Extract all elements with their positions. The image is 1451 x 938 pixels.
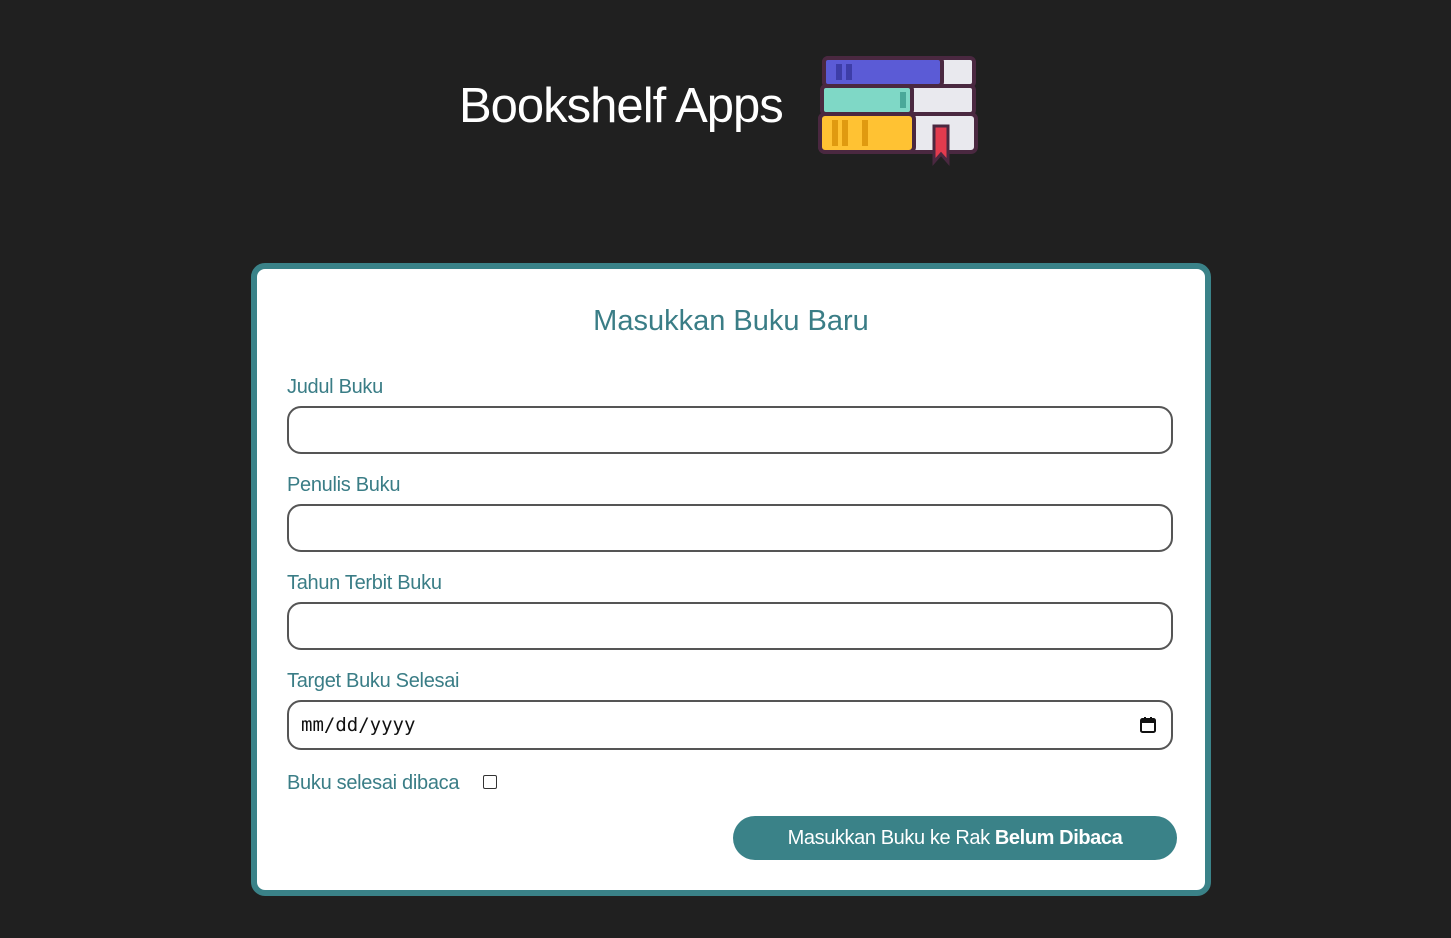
- app-header: Bookshelf Apps: [0, 0, 1451, 200]
- form-title: Masukkan Buku Baru: [593, 305, 869, 337]
- author-input[interactable]: [287, 504, 1173, 552]
- finished-checkbox-label: Buku selesai dibaca: [287, 772, 460, 794]
- title-label: Judul Buku: [287, 376, 383, 398]
- submit-button-prefix: Masukkan Buku ke Rak: [787, 827, 995, 849]
- target-date-input[interactable]: mm/dd/yyyy: [287, 700, 1173, 750]
- submit-button-shelf: Belum Dibaca: [994, 827, 1123, 849]
- title-input[interactable]: [287, 406, 1173, 454]
- add-book-form: Masukkan Buku Baru Judul Buku Penulis Bu…: [251, 263, 1211, 896]
- stacked-books-icon: [818, 56, 978, 166]
- year-label: Tahun Terbit Buku: [287, 572, 442, 594]
- app-title: Bookshelf Apps: [459, 79, 784, 133]
- author-label: Penulis Buku: [287, 474, 401, 496]
- year-input[interactable]: [287, 602, 1173, 650]
- date-placeholder: mm/dd/yyyy: [301, 714, 416, 736]
- calendar-icon[interactable]: [1139, 716, 1157, 734]
- finished-checkbox[interactable]: [483, 775, 497, 789]
- submit-button[interactable]: Masukkan Buku ke Rak Belum Dibaca: [733, 816, 1177, 860]
- target-date-label: Target Buku Selesai: [287, 670, 460, 692]
